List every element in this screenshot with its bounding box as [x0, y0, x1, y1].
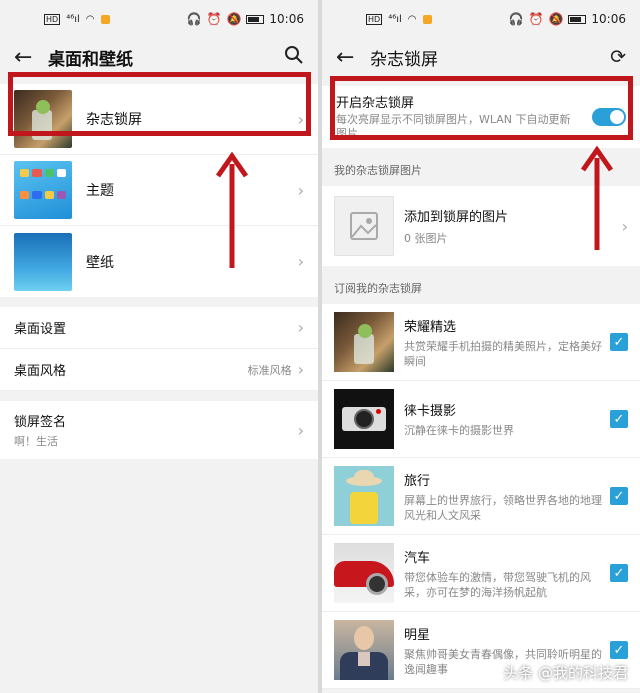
- theme-item[interactable]: 主题 ›: [0, 155, 318, 226]
- refresh-icon[interactable]: ⟳: [610, 46, 626, 68]
- chevron-right-icon: ›: [297, 318, 304, 337]
- status-bar: HD ⁴⁶ıl ◠ 🎧 ⏰ 🔕 10:06: [0, 0, 318, 38]
- checkbox[interactable]: ✓: [610, 641, 628, 659]
- desktop-settings: 桌面设置 › 桌面风格 标准风格 ›: [0, 307, 318, 391]
- checkbox[interactable]: ✓: [610, 564, 628, 582]
- row-value: 标准风格: [247, 363, 292, 377]
- subscription-list: 荣耀精选 共赏荣耀手机拍摄的精美照片，定格美好瞬间 ✓ 徕卡摄影 沉静在徕卡的摄…: [322, 304, 640, 689]
- annotation-arrow: [580, 145, 614, 250]
- item-desc: 沉静在徕卡的摄影世界: [404, 424, 514, 437]
- lock-signature-row[interactable]: 锁屏签名 啊！生活 ›: [0, 401, 318, 459]
- item-desc: 带您体验车的激情，带您驾驶飞机的风采，亦可在梦的海洋扬帆起航: [404, 570, 591, 599]
- wallpaper-thumb: [14, 232, 72, 291]
- leica-thumb: [334, 389, 394, 449]
- celebrity-thumb: [334, 620, 394, 680]
- clock: 10:06: [269, 12, 304, 26]
- mute-icon: 🔕: [548, 12, 564, 26]
- back-arrow-icon[interactable]: ←: [336, 45, 370, 70]
- checkbox[interactable]: ✓: [610, 487, 628, 505]
- battery-icon: [246, 14, 265, 24]
- search-icon[interactable]: [284, 45, 304, 70]
- list-item[interactable]: 旅行 屏幕上的世界旅行，领略世界各地的地理风光和人文风采 ✓: [322, 458, 640, 535]
- clock: 10:06: [591, 12, 626, 26]
- hd-icon: HD: [366, 13, 383, 25]
- page-title: 桌面和壁纸: [48, 49, 133, 70]
- row-label: 桌面设置: [14, 322, 67, 337]
- row-label: 桌面风格: [14, 364, 67, 379]
- chevron-right-icon: ›: [621, 216, 628, 236]
- battery-icon: [568, 14, 587, 24]
- item-title: 明星: [404, 627, 431, 643]
- wallpaper-item[interactable]: 壁纸 ›: [0, 226, 318, 297]
- item-title: 徕卡摄影: [404, 404, 457, 419]
- alarm-icon: ⏰: [206, 12, 222, 26]
- car-thumb: [334, 543, 394, 603]
- notification-icon: [422, 14, 432, 24]
- signal-icon: ⁴⁶ıl: [66, 13, 80, 25]
- hd-icon: HD: [44, 13, 61, 25]
- item-desc: 共赏荣耀手机拍摄的精美照片，定格美好瞬间: [404, 339, 602, 368]
- headset-icon: 🎧: [186, 12, 202, 26]
- page-title: 杂志锁屏: [370, 49, 438, 70]
- notification-icon: [100, 14, 110, 24]
- item-label: 主题: [86, 183, 114, 199]
- item-title: 汽车: [404, 550, 431, 566]
- chevron-right-icon: ›: [297, 252, 304, 271]
- theme-thumb: [14, 161, 72, 219]
- lock-signature-title: 锁屏签名: [14, 415, 67, 430]
- annotation-arrow: [215, 151, 249, 268]
- honor-thumb: [334, 312, 394, 372]
- desktop-settings-row[interactable]: 桌面设置 ›: [0, 307, 318, 349]
- list-item[interactable]: 汽车 带您体验车的激情，带您驾驶飞机的风采，亦可在梦的海洋扬帆起航 ✓: [322, 535, 640, 612]
- image-placeholder-icon: [334, 196, 394, 256]
- wifi-icon: ◠: [407, 13, 417, 25]
- lock-signature-value: 啊！生活: [14, 435, 58, 448]
- section-header: 订阅我的杂志锁屏: [334, 282, 422, 295]
- item-title: 荣耀精选: [404, 319, 457, 335]
- chevron-right-icon: ›: [297, 180, 304, 200]
- alarm-icon: ⏰: [528, 12, 544, 26]
- headset-icon: 🎧: [508, 12, 524, 26]
- checkbox[interactable]: ✓: [610, 410, 628, 428]
- item-title: 旅行: [404, 473, 431, 489]
- desktop-style-row[interactable]: 桌面风格 标准风格 ›: [0, 349, 318, 391]
- back-arrow-icon[interactable]: ←: [14, 45, 48, 70]
- watermark: 头条 @我的科技君: [503, 664, 628, 682]
- lock-signature-card: 锁屏签名 啊！生活 ›: [0, 401, 318, 459]
- item-desc: 屏幕上的世界旅行，领略世界各地的地理风光和人文风采: [404, 493, 602, 522]
- travel-thumb: [334, 466, 394, 526]
- left-screen: HD⁴⁶ıl◠ 🎧⏰🔕10:06 ← 桌面和壁纸 杂志锁屏 › 主题: [0, 0, 318, 693]
- wifi-icon: ◠: [85, 13, 95, 25]
- right-screen: HD ⁴⁶ıl ◠ 🎧 ⏰ 🔕 10:06 ← 杂志锁屏 ⟳ 开启杂志锁屏 每次亮屏显示不…: [322, 0, 640, 693]
- highlight-box: [8, 72, 311, 136]
- status-bar: HD ⁴⁶ıl ◠ 🎧 ⏰ 🔕 10:06: [322, 0, 640, 38]
- chevron-right-icon: ›: [297, 420, 304, 440]
- mute-icon: 🔕: [226, 12, 242, 26]
- list-item[interactable]: 荣耀精选 共赏荣耀手机拍摄的精美照片，定格美好瞬间 ✓: [322, 304, 640, 381]
- highlight-box: [330, 76, 633, 140]
- list-item[interactable]: 徕卡摄影 沉静在徕卡的摄影世界 ✓: [322, 381, 640, 458]
- chevron-right-icon: ›: [297, 360, 304, 379]
- signal-icon: ⁴⁶ıl: [388, 13, 402, 25]
- checkbox[interactable]: ✓: [610, 333, 628, 351]
- item-label: 壁纸: [86, 254, 114, 271]
